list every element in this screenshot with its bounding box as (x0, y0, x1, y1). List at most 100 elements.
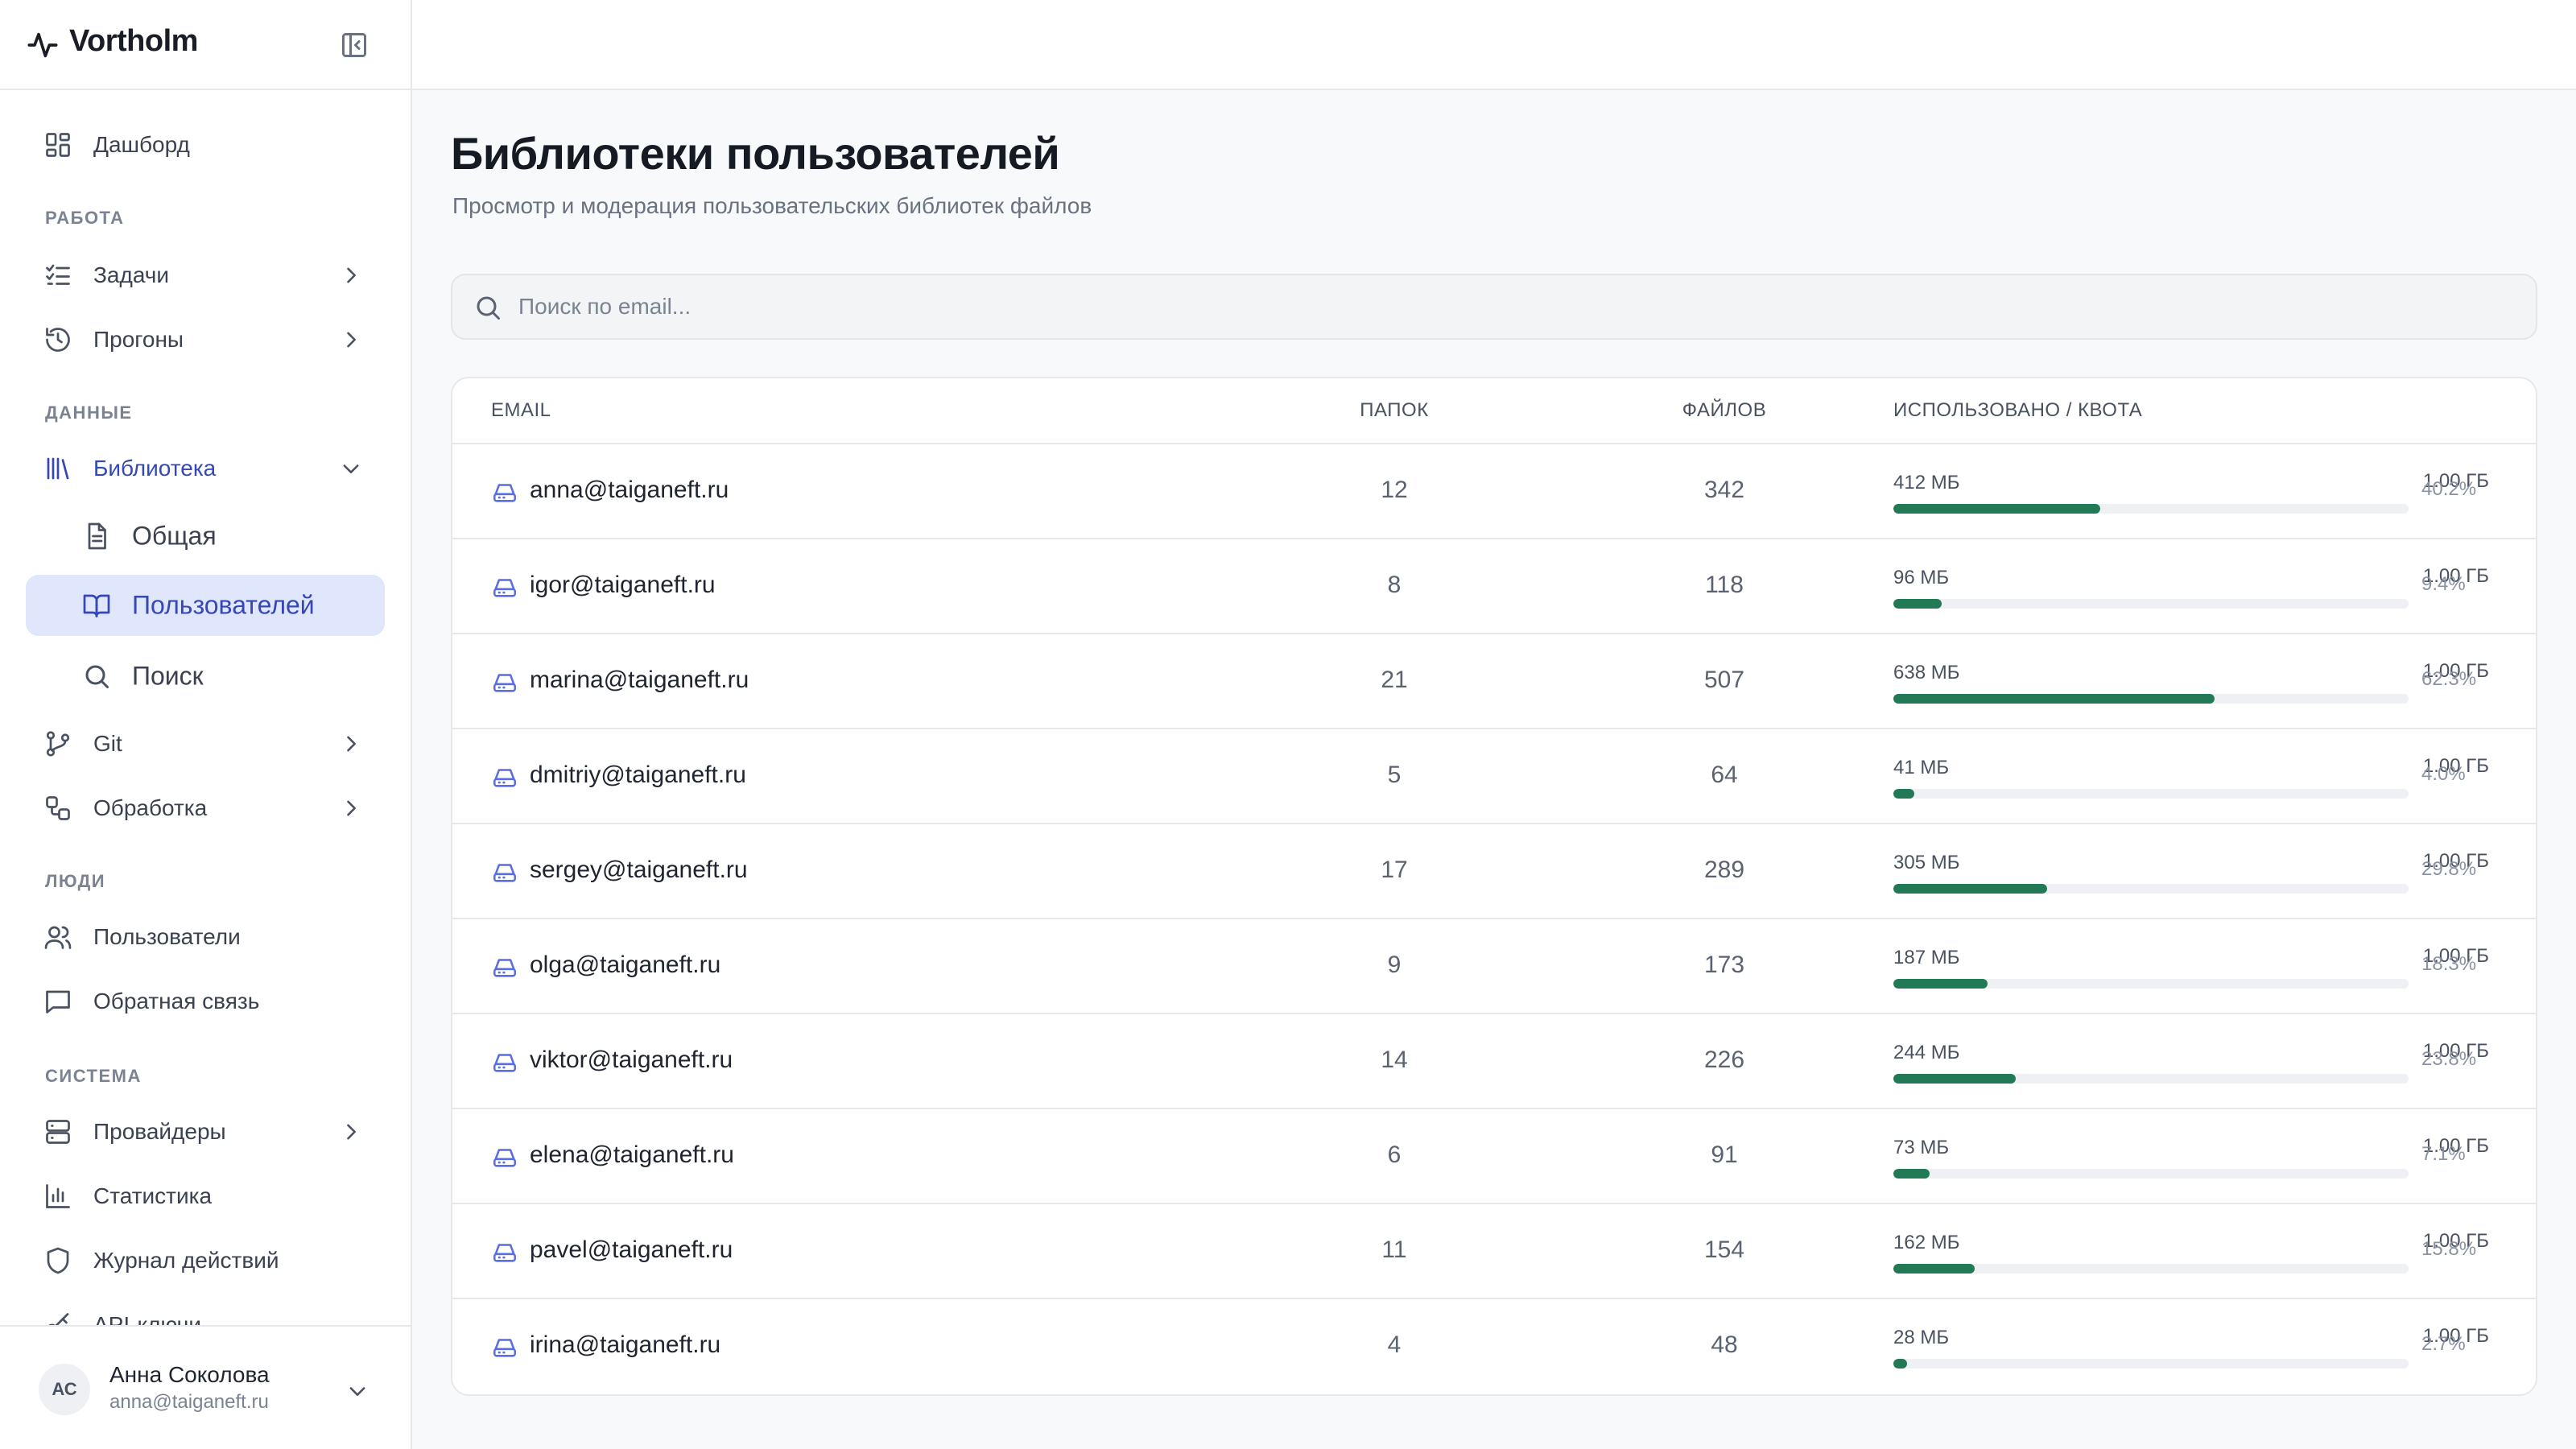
section-title-people: ЛЮДИ (45, 871, 106, 891)
usage-progress-bar (1893, 884, 2409, 894)
table-row[interactable]: marina@taiganeft.ru 21 507 638 МБ 1.00 ГБ 62.… (452, 634, 2536, 729)
section-title-system: СИСТЕМА (45, 1066, 142, 1086)
sidebar-item-runs[interactable]: Прогоны (26, 309, 385, 370)
row-email: irina@taiganeft.ru (530, 1331, 721, 1358)
section-title-work: РАБОТА (45, 208, 125, 228)
sidebar-item-label: Статистика (93, 1183, 213, 1208)
row-folders-count: 14 (1381, 1046, 1408, 1073)
column-header-files[interactable]: ФАЙЛОВ (1636, 399, 1813, 422)
workflow-icon (46, 796, 70, 820)
row-used-size: 96 МБ (1893, 567, 1950, 588)
users-icon (44, 926, 72, 949)
table-row[interactable]: igor@taiganeft.ru 8 118 96 МБ 1.00 ГБ 9.4% (452, 539, 2536, 634)
row-files-count: 64 (1711, 762, 1738, 788)
table-row[interactable]: olga@taiganeft.ru 9 173 187 МБ 1.00 ГБ 18.3% (452, 919, 2536, 1014)
hard-drive-icon (493, 864, 517, 882)
row-files-count: 91 (1711, 1141, 1738, 1168)
sidebar-item-providers[interactable]: Провайдеры (26, 1101, 385, 1162)
bar-chart-icon (46, 1184, 70, 1208)
chevron-down-icon[interactable] (346, 1380, 369, 1402)
sidebar-collapse-button[interactable] (338, 29, 370, 61)
usage-progress-bar (1893, 1169, 2409, 1179)
row-usage-percent: 29.8% (2421, 858, 2477, 880)
row-files-count: 226 (1703, 1046, 1745, 1073)
row-folders-count: 21 (1381, 667, 1408, 693)
row-used-size: 73 МБ (1893, 1137, 1950, 1158)
row-email: pavel@taiganeft.ru (530, 1236, 733, 1263)
library-icon (47, 457, 69, 480)
usage-progress-bar (1893, 979, 2409, 989)
table-row[interactable]: sergey@taiganeft.ru 17 289 305 МБ 1.00 ГБ 29.… (452, 824, 2536, 919)
usage-progress-fill (1893, 599, 1942, 609)
sidebar-item-library-search[interactable]: Поиск (26, 646, 385, 707)
sidebar: Vortholm Дашборд РАБОТА Задачи Прогоны Д… (0, 0, 412, 1449)
usage-progress-bar (1893, 1359, 2409, 1368)
usage-progress-bar (1893, 599, 2409, 609)
sidebar-item-feedback[interactable]: Обратная связь (26, 971, 385, 1032)
sidebar-item-label: Дашборд (93, 132, 190, 157)
page-title: Библиотеки пользователей (451, 128, 1060, 179)
chevron-right-icon (347, 736, 356, 752)
hard-drive-icon (493, 674, 517, 692)
table-row[interactable]: anna@taiganeft.ru 12 342 412 МБ 1.00 ГБ 40.2% (452, 444, 2536, 539)
usage-progress-bar (1893, 1264, 2409, 1274)
table-row[interactable]: viktor@taiganeft.ru 14 226 244 МБ 1.00 ГБ 23.… (452, 1014, 2536, 1109)
sidebar-item-library[interactable]: Библиотека (26, 438, 385, 499)
sidebar-item-label: Библиотека (93, 456, 217, 481)
sidebar-item-library-general[interactable]: Общая (26, 506, 385, 567)
usage-progress-fill (1893, 694, 2215, 704)
table-row[interactable]: irina@taiganeft.ru 4 48 28 МБ 1.00 ГБ 2.7% (452, 1299, 2536, 1394)
column-header-email[interactable]: EMAIL (491, 399, 551, 422)
libraries-table: EMAIL ПАПОК ФАЙЛОВ ИСПОЛЬЗОВАНО / КВОТА … (451, 377, 2537, 1396)
sidebar-item-label: Пользователи (93, 924, 241, 949)
search-input[interactable] (517, 275, 2513, 338)
hard-drive-icon (493, 484, 517, 502)
row-email: dmitriy@taiganeft.ru (530, 762, 746, 788)
git-branch-icon (46, 731, 70, 757)
row-used-size: 305 МБ (1893, 852, 1960, 873)
row-email: elena@taiganeft.ru (530, 1141, 734, 1168)
table-row[interactable]: elena@taiganeft.ru 6 91 73 МБ 1.00 ГБ 7.1% (452, 1109, 2536, 1204)
list-checks-icon (46, 264, 70, 285)
sidebar-item-audit[interactable]: Журнал действий (26, 1230, 385, 1291)
column-header-usage[interactable]: ИСПОЛЬЗОВАНО / КВОТА (1893, 399, 2142, 422)
sidebar-nav: Дашборд РАБОТА Задачи Прогоны ДАННЫЕ Биб… (0, 90, 411, 1327)
row-email: olga@taiganeft.ru (530, 952, 721, 978)
row-files-count: 154 (1703, 1236, 1745, 1263)
sidebar-item-api-keys[interactable]: API-ключи (26, 1294, 385, 1327)
row-folders-count: 8 (1387, 572, 1402, 598)
row-files-count: 173 (1703, 952, 1745, 978)
sidebar-item-label: Git (93, 731, 122, 756)
row-email: viktor@taiganeft.ru (530, 1046, 733, 1073)
hard-drive-icon (493, 1339, 517, 1357)
row-folders-count: 12 (1381, 477, 1408, 503)
sidebar-item-label: Задачи (93, 262, 170, 287)
sidebar-item-stats[interactable]: Статистика (26, 1166, 385, 1227)
table-row[interactable]: pavel@taiganeft.ru 11 154 162 МБ 1.00 ГБ 15.8… (452, 1204, 2536, 1299)
hard-drive-icon (493, 579, 517, 597)
usage-progress-fill (1893, 979, 1988, 989)
usage-progress-fill (1893, 1074, 2017, 1084)
chevron-down-icon (343, 464, 359, 473)
top-bar (412, 0, 2576, 90)
user-panel[interactable]: АС Анна Соколова anna@taiganeft.ru (0, 1325, 411, 1449)
table-row[interactable]: dmitriy@taiganeft.ru 5 64 41 МБ 1.00 ГБ 4.0% (452, 729, 2536, 824)
row-quota: 1.00 ГБ (2422, 1325, 2489, 1347)
usage-progress-fill (1893, 1359, 1908, 1368)
row-used-size: 244 МБ (1893, 1042, 1960, 1063)
usage-progress-bar (1893, 694, 2409, 704)
hard-drive-icon (493, 1054, 517, 1072)
row-used-size: 187 МБ (1893, 947, 1960, 968)
sidebar-item-library-users[interactable]: Пользователей (26, 575, 385, 636)
sidebar-item-tasks[interactable]: Задачи (26, 245, 385, 306)
sidebar-item-dashboard[interactable]: Дашборд (26, 114, 385, 175)
sidebar-item-label: Обратная связь (93, 989, 260, 1013)
search-box (451, 274, 2537, 340)
sidebar-item-processing[interactable]: Обработка (26, 778, 385, 839)
sidebar-item-git[interactable]: Git (26, 713, 385, 774)
row-used-size: 41 МБ (1893, 757, 1950, 778)
usage-progress-fill (1893, 1169, 1930, 1179)
sidebar-item-users[interactable]: Пользователи (26, 906, 385, 968)
row-quota: 1.00 ГБ (2422, 565, 2489, 587)
column-header-folders[interactable]: ПАПОК (1306, 399, 1483, 422)
